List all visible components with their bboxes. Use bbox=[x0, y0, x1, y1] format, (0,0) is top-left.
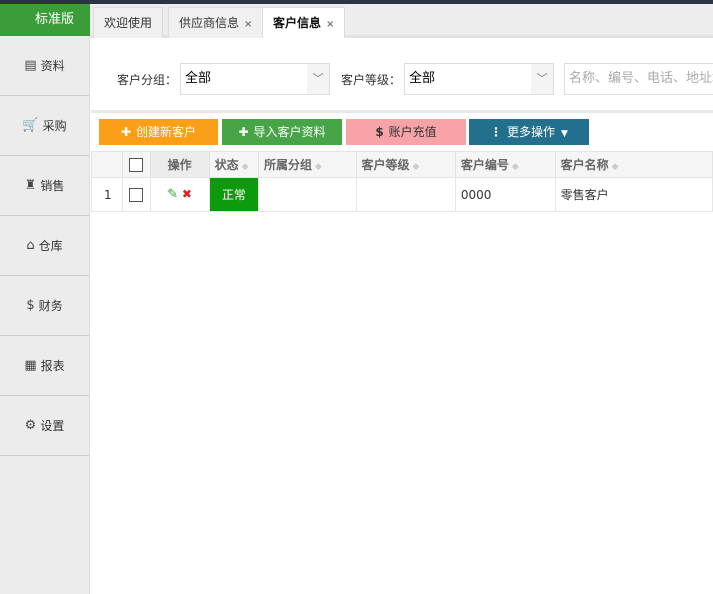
recharge-button[interactable]: $ 账户充值 bbox=[346, 119, 466, 145]
table-header: 操作 状态 ◆ 所属分组 ◆ 客户等级 ◆ 客户编号 ◆ 客户名称 ◆ bbox=[91, 151, 713, 178]
tab-customer[interactable]: 客户信息 × bbox=[262, 7, 346, 38]
status-badge: 正常 bbox=[208, 177, 260, 212]
tab-welcome[interactable]: 欢迎使用 bbox=[93, 7, 164, 38]
close-icon[interactable]: × bbox=[244, 19, 252, 30]
header-label: 客户名称 bbox=[560, 158, 609, 172]
sidebar-item-label: 仓库 bbox=[38, 239, 63, 253]
sort-icon: ◆ bbox=[611, 162, 619, 172]
row-checkbox-cell bbox=[121, 177, 151, 212]
header-actions: 操作 bbox=[149, 151, 210, 178]
warehouse-icon: ⌂ bbox=[26, 238, 35, 253]
customer-table: 操作 状态 ◆ 所属分组 ◆ 客户等级 ◆ 客户编号 ◆ 客户名称 ◆ 1 ✎ ✖ 正常 … bbox=[91, 151, 713, 212]
level-select[interactable]: 全部 ﹀ bbox=[404, 63, 554, 95]
sort-icon: ◆ bbox=[412, 162, 420, 172]
more-actions-button[interactable]: ⋮ 更多操作 ▼ bbox=[469, 119, 589, 145]
sidebar-item-label: 销售 bbox=[40, 179, 65, 193]
header-label: 客户等级 bbox=[361, 158, 410, 172]
cart-icon: 🛒 bbox=[22, 118, 39, 133]
header-name[interactable]: 客户名称 ◆ bbox=[554, 151, 713, 178]
sidebar-item-purchase[interactable]: 🛒 采购 bbox=[0, 96, 89, 156]
plus-icon: ✚ bbox=[120, 125, 132, 139]
row-code: 0000 bbox=[454, 177, 556, 212]
tab-label: 客户信息 bbox=[273, 16, 322, 30]
header-code[interactable]: 客户编号 ◆ bbox=[454, 151, 556, 178]
tab-bar: 欢迎使用 供应商信息 × 客户信息 × bbox=[90, 4, 713, 38]
row-name: 零售客户 bbox=[554, 177, 713, 212]
import-customer-button[interactable]: ✚ 导入客户资料 bbox=[222, 119, 342, 145]
sidebar-item-label: 财务 bbox=[38, 299, 63, 313]
plus-icon: ✚ bbox=[238, 125, 249, 139]
header-group[interactable]: 所属分组 ◆ bbox=[258, 151, 358, 178]
tab-supplier[interactable]: 供应商信息 × bbox=[168, 7, 264, 38]
row-index: 1 bbox=[91, 177, 123, 212]
chevron-down-icon: ﹀ bbox=[307, 64, 329, 94]
sort-icon: ◆ bbox=[511, 162, 519, 172]
header-index bbox=[91, 151, 123, 178]
sidebar-item-label: 采购 bbox=[42, 119, 67, 133]
tab-label: 供应商信息 bbox=[179, 16, 240, 30]
row-level bbox=[356, 177, 456, 212]
create-customer-button[interactable]: ✚ 创建新客户 bbox=[99, 119, 218, 145]
header-level[interactable]: 客户等级 ◆ bbox=[356, 151, 456, 178]
sidebar-item-label: 设置 bbox=[40, 419, 65, 433]
brand-label: 标准版 bbox=[0, 4, 90, 36]
level-label: 客户等级： bbox=[341, 73, 402, 87]
header-checkbox bbox=[121, 151, 151, 178]
tab-label: 欢迎使用 bbox=[104, 16, 153, 30]
dollar-icon: $ bbox=[375, 125, 384, 139]
money-icon: $ bbox=[26, 298, 35, 313]
button-label: 账户充值 bbox=[388, 125, 437, 139]
gear-icon: ⚙ bbox=[24, 418, 37, 433]
row-actions: ✎ ✖ bbox=[149, 177, 210, 212]
sidebar: ▤ 资料 🛒 采购 ♜ 销售 ⌂ 仓库 $ 财务 ▦ 报表 ⚙ 设置 bbox=[0, 36, 90, 594]
search-input[interactable]: 名称、编号、电话、地址均 bbox=[564, 63, 713, 95]
sidebar-item-data[interactable]: ▤ 资料 bbox=[0, 36, 89, 96]
delete-icon[interactable]: ✖ bbox=[182, 187, 192, 201]
select-value: 全部 bbox=[409, 71, 436, 86]
header-label: 客户编号 bbox=[460, 158, 509, 172]
header-label: 所属分组 bbox=[264, 158, 313, 172]
group-select[interactable]: 全部 ﹀ bbox=[180, 63, 330, 95]
select-value: 全部 bbox=[185, 71, 212, 86]
button-label: 创建新客户 bbox=[136, 125, 197, 139]
sort-icon: ◆ bbox=[241, 162, 249, 172]
sidebar-item-settings[interactable]: ⚙ 设置 bbox=[0, 396, 89, 456]
sidebar-item-warehouse[interactable]: ⌂ 仓库 bbox=[0, 216, 89, 276]
database-icon: ▤ bbox=[24, 58, 37, 73]
header-status[interactable]: 状态 ◆ bbox=[208, 151, 260, 178]
table-row: 1 ✎ ✖ 正常 0000 零售客户 bbox=[91, 177, 713, 212]
sidebar-item-label: 报表 bbox=[40, 359, 65, 373]
select-all-checkbox[interactable] bbox=[129, 157, 144, 172]
divider bbox=[91, 110, 713, 113]
sidebar-item-finance[interactable]: $ 财务 bbox=[0, 276, 89, 336]
row-checkbox[interactable] bbox=[129, 187, 144, 202]
report-icon: ▦ bbox=[24, 358, 37, 373]
button-label: 导入客户资料 bbox=[253, 125, 326, 139]
chevron-down-icon: ﹀ bbox=[531, 64, 553, 94]
filter-bar: 客户分组： 全部 ﹀ 客户等级： 全部 ﹀ 名称、编号、电话、地址均 bbox=[91, 38, 713, 110]
sidebar-item-report[interactable]: ▦ 报表 bbox=[0, 336, 89, 396]
button-label: 更多操作 bbox=[507, 125, 556, 139]
close-icon[interactable]: × bbox=[326, 19, 334, 30]
header-label: 状态 bbox=[214, 158, 239, 172]
more-icon: ⋮ bbox=[490, 125, 503, 139]
row-group bbox=[258, 177, 358, 212]
sort-icon: ◆ bbox=[315, 162, 322, 172]
sidebar-item-label: 资料 bbox=[40, 59, 65, 73]
sales-icon: ♜ bbox=[24, 178, 37, 193]
group-label: 客户分组： bbox=[117, 73, 178, 87]
sidebar-item-sales[interactable]: ♜ 销售 bbox=[0, 156, 89, 216]
edit-icon[interactable]: ✎ bbox=[167, 187, 178, 202]
caret-down-icon: ▼ bbox=[561, 129, 568, 139]
